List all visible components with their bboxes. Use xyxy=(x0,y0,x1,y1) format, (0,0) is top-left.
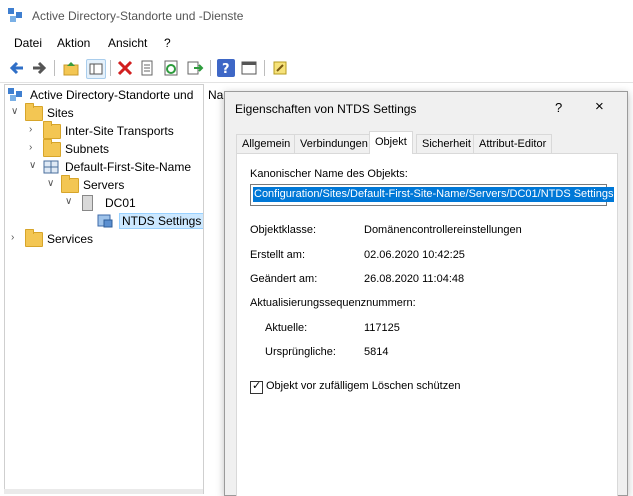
modified-value: 26.08.2020 11:04:48 xyxy=(364,273,465,285)
folder-icon xyxy=(43,121,61,139)
chevron-down-icon[interactable]: ∨ xyxy=(29,160,41,171)
console-icon[interactable] xyxy=(240,59,258,77)
chevron-down-icon[interactable]: ∨ xyxy=(11,106,23,117)
dialog-close-button[interactable]: × xyxy=(595,98,604,115)
usn-label: Aktualisierungssequenznummern: xyxy=(250,297,416,309)
toolbar-separator xyxy=(54,60,55,76)
title-bar: Active Directory-Standorte und -Dienste xyxy=(0,0,633,32)
chevron-right-icon[interactable]: › xyxy=(29,124,41,135)
new-icon[interactable] xyxy=(271,59,289,77)
tab-allgemein[interactable]: Allgemein xyxy=(236,134,297,153)
dialog-help-button[interactable]: ? xyxy=(555,100,562,115)
help-icon[interactable]: ? xyxy=(217,59,235,77)
usn-current-label: Aktuelle: xyxy=(265,322,308,334)
refresh-icon[interactable] xyxy=(162,59,180,77)
toolbar: ? xyxy=(0,54,633,83)
tab-panel-objekt: Kanonischer Name des Objekts: Configurat… xyxy=(236,153,618,496)
folder-icon xyxy=(61,175,79,193)
toolbar-separator xyxy=(264,60,265,76)
console-tree: Active Directory-Standorte und ∨ Sites ›… xyxy=(4,84,205,491)
up-folder-icon[interactable] xyxy=(62,59,80,77)
column-header-name[interactable]: Na xyxy=(208,88,223,102)
tree-node-servers[interactable]: ∨ Servers xyxy=(47,175,197,195)
modified-label: Geändert am: xyxy=(250,273,318,285)
folder-icon xyxy=(25,103,43,121)
tree-node-default-first-site-name[interactable]: ∨ Default-First-Site-Name xyxy=(29,159,201,177)
tree-horizontal-scrollbar[interactable] xyxy=(4,489,203,494)
protect-from-deletion-label[interactable]: Objekt vor zufälligem Löschen schützen xyxy=(266,380,460,392)
menu-aktion[interactable]: Aktion xyxy=(57,36,90,50)
canonical-name-value: Configuration/Sites/Default-First-Site-N… xyxy=(253,187,615,202)
tree-node-ntds-settings[interactable]: NTDS Settings xyxy=(83,213,205,231)
usn-original-value: 5814 xyxy=(364,346,389,358)
menu-bar: Datei Aktion Ansicht ? xyxy=(0,32,633,54)
created-label: Erstellt am: xyxy=(250,249,306,261)
menu-help[interactable]: ? xyxy=(164,36,171,50)
chevron-down-icon[interactable]: ∨ xyxy=(47,178,59,189)
tree-node-inter-site-transports[interactable]: › Inter-Site Transports xyxy=(29,121,199,141)
menu-ansicht[interactable]: Ansicht xyxy=(108,36,147,50)
ad-sites-icon xyxy=(8,88,24,101)
window-title: Active Directory-Standorte und -Dienste xyxy=(32,9,244,23)
canonical-name-field[interactable]: Configuration/Sites/Default-First-Site-N… xyxy=(250,184,615,206)
object-class-value: Domänencontrollereinstellungen xyxy=(364,224,522,236)
tab-strip: Allgemein Verbindungen Objekt Sicherheit… xyxy=(236,131,616,154)
checkmark-icon: ✓ xyxy=(252,380,262,392)
dialog-title: Eigenschaften von NTDS Settings xyxy=(235,102,417,116)
tree-node-subnets[interactable]: › Subnets xyxy=(29,139,199,159)
show-tree-icon[interactable] xyxy=(86,59,106,79)
ntds-settings-icon xyxy=(97,214,113,228)
forward-arrow-icon[interactable] xyxy=(30,59,48,77)
tree-node-sites[interactable]: ∨ Sites xyxy=(11,103,191,123)
tree-node-services[interactable]: › Services xyxy=(11,229,191,249)
created-value: 02.06.2020 10:42:25 xyxy=(364,249,465,261)
properties-icon[interactable] xyxy=(138,59,156,77)
tree-node-root[interactable]: Active Directory-Standorte und xyxy=(8,87,203,105)
protect-from-deletion-checkbox[interactable]: ✓ xyxy=(250,380,263,394)
export-icon[interactable] xyxy=(186,59,204,77)
canonical-name-label: Kanonischer Name des Objekts: xyxy=(250,168,408,180)
tab-sicherheit[interactable]: Sicherheit xyxy=(416,134,477,153)
app-icon xyxy=(8,8,26,22)
toolbar-separator xyxy=(110,60,111,76)
tab-attribut-editor[interactable]: Attribut-Editor xyxy=(473,134,553,153)
usn-original-label: Ursprüngliche: xyxy=(265,346,336,358)
chevron-right-icon[interactable]: › xyxy=(11,232,23,243)
object-class-label: Objektklasse: xyxy=(250,224,317,236)
delete-icon[interactable] xyxy=(116,59,134,77)
properties-dialog: Eigenschaften von NTDS Settings ? × Allg… xyxy=(224,91,628,496)
folder-icon xyxy=(25,229,43,247)
site-icon xyxy=(43,160,59,174)
chevron-right-icon[interactable]: › xyxy=(29,142,41,153)
tab-objekt[interactable]: Objekt xyxy=(369,131,413,154)
tab-verbindungen[interactable]: Verbindungen xyxy=(294,134,374,153)
svg-text:?: ? xyxy=(222,62,230,77)
folder-icon xyxy=(43,139,61,157)
tree-node-dc01[interactable]: ∨ DC01 xyxy=(65,195,195,213)
chevron-down-icon[interactable]: ∨ xyxy=(65,196,77,207)
menu-datei[interactable]: Datei xyxy=(14,36,42,50)
usn-current-value: 117125 xyxy=(364,322,400,334)
server-icon xyxy=(82,195,93,211)
back-arrow-icon[interactable] xyxy=(8,59,26,77)
toolbar-separator xyxy=(210,60,211,76)
